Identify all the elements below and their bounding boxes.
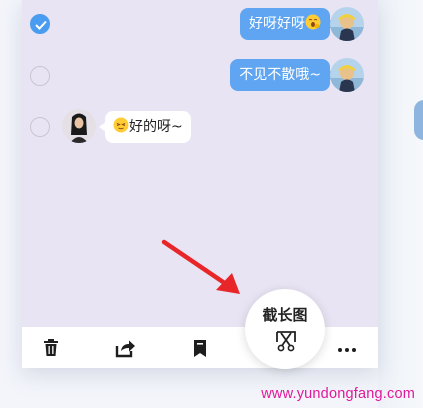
share-icon[interactable] [113,336,137,360]
select-checkbox[interactable] [30,66,50,86]
avatar-self[interactable] [330,7,364,41]
checkmark-icon [35,20,47,30]
received-message-bubble[interactable]: 好的呀~ [99,111,191,143]
more-icon[interactable] [335,336,359,360]
avatar-contact[interactable] [62,109,96,143]
yawning-face-emoji-icon [305,14,321,30]
message-text: 好的呀~ [129,119,183,135]
message-row[interactable]: 好的呀~ [22,108,378,144]
watermark-text: www.yundongfang.com [261,386,415,402]
message-row[interactable]: 好呀好呀 [22,6,378,42]
red-arrow-annotation [161,239,240,294]
long-screenshot-icon [276,331,296,352]
partial-message-edge [414,100,423,140]
long-screenshot-label: 截长图 [262,306,308,324]
long-screenshot-button[interactable]: 截长图 [245,289,325,369]
squinting-face-emoji-icon [113,117,129,133]
message-text: 不见不散哦~ [239,67,321,83]
select-checkbox-checked[interactable] [30,14,50,34]
trash-icon[interactable] [39,336,63,360]
avatar-self[interactable] [330,58,364,92]
bookmark-icon[interactable] [188,336,212,360]
sent-message-bubble[interactable]: 好呀好呀 [240,8,336,40]
sent-message-bubble[interactable]: 不见不散哦~ [230,59,336,91]
message-row[interactable]: 不见不散哦~ [22,57,378,93]
background-right [378,0,423,408]
message-text: 好呀好呀 [249,16,305,32]
select-checkbox[interactable] [30,117,50,137]
